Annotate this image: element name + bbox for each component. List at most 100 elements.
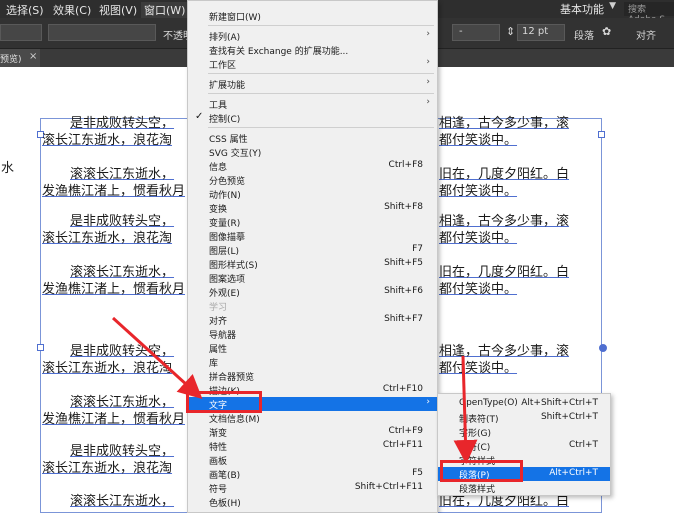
menu-item[interactable]: ✓ 控制(C) — [188, 111, 437, 125]
menu-item[interactable]: 工作区 › — [188, 57, 437, 71]
menu-item[interactable]: 图层(L) F7 — [188, 243, 437, 257]
text-line-left: 是非成败转头空， — [70, 444, 175, 459]
frame-handle[interactable] — [599, 344, 607, 352]
menu-view[interactable]: 视图(V) — [99, 2, 137, 18]
menu-item-label: SVG 交互(Y) — [209, 149, 262, 159]
font-style-dropdown[interactable]: - — [452, 24, 500, 41]
menu-item[interactable]: 分色预览 — [188, 173, 437, 187]
text-line-right: 相逢，古今多少事，滚 — [439, 344, 570, 359]
menu-separator — [208, 73, 434, 74]
menu-item-label: 变量(R) — [209, 219, 241, 229]
menu-item[interactable]: 动作(N) — [188, 187, 437, 201]
menu-item[interactable]: 导航器 — [188, 327, 437, 341]
menu-item-label: 属性 — [209, 345, 228, 355]
menu-item-label: 图层(L) — [209, 247, 240, 257]
text-line-left: 发渔樵江渚上，惯看秋月 — [42, 184, 186, 199]
menu-item[interactable]: 对齐 Shift+F7 — [188, 313, 437, 327]
menu-item[interactable]: 色板(H) — [188, 495, 437, 509]
submenu-arrow-icon: › — [426, 397, 430, 407]
submenu-item[interactable]: 制表符(T) Shift+Ctrl+T — [438, 411, 610, 425]
menu-item[interactable]: 外观(E) Shift+F6 — [188, 285, 437, 299]
font-size-stepper-icon[interactable]: ⇕ — [506, 25, 515, 38]
menu-item[interactable]: 信息 Ctrl+F8 — [188, 159, 437, 173]
text-line-left: 是非成败转头空， — [70, 116, 175, 131]
menu-item[interactable]: SVG 交互(Y) — [188, 145, 437, 159]
menu-item-label: 工具 — [209, 101, 228, 111]
workspace-switcher[interactable]: 基本功能 — [560, 1, 604, 17]
menu-item-label: 动作(N) — [209, 191, 241, 201]
menu-separator — [208, 93, 434, 94]
window-menu: 新建窗口(W) 排列(A) › 查找有关 Exchange 的扩展功能... 工作区 › 扩… — [187, 0, 438, 513]
menu-select[interactable]: 选择(S) — [6, 2, 44, 18]
submenu-arrow-icon: › — [426, 29, 430, 39]
submenu-item-label: OpenType(O) — [459, 398, 518, 408]
text-line-right: 旧在，几度夕阳红。白 — [439, 167, 570, 182]
menu-item[interactable]: 画笔(B) F5 — [188, 467, 437, 481]
paragraph-link[interactable]: 段落 — [574, 27, 594, 42]
menu-item[interactable]: 属性 — [188, 341, 437, 355]
text-line-right: 都付笑谈中。 — [439, 361, 518, 376]
text-line-right: 都付笑谈中。 — [439, 184, 518, 199]
close-icon[interactable]: × — [29, 51, 37, 62]
menu-item-shortcut: Shift+F8 — [384, 202, 423, 212]
menu-item[interactable]: 图案选项 — [188, 271, 437, 285]
menu-item[interactable]: 变换 Shift+F8 — [188, 201, 437, 215]
menu-effect[interactable]: 效果(C) — [53, 2, 91, 18]
menu-item[interactable]: 符号 Shift+Ctrl+F11 — [188, 481, 437, 495]
menu-item[interactable]: 图形样式(S) Shift+F5 — [188, 257, 437, 271]
menu-item[interactable]: 库 — [188, 355, 437, 369]
menu-item-shortcut: F5 — [412, 468, 423, 478]
text-line-left: 滚滚长江东逝水， — [70, 167, 175, 182]
submenu-arrow-icon: › — [426, 77, 430, 87]
menu-item-label: 渐变 — [209, 429, 228, 439]
menu-window[interactable]: 窗口(W) — [141, 2, 189, 18]
font-size-field[interactable]: 12 pt — [517, 24, 565, 41]
recolor-icon[interactable]: ✿ — [602, 25, 611, 38]
menu-item[interactable]: 排列(A) › — [188, 29, 437, 43]
chevron-down-icon[interactable]: ▼ — [609, 1, 616, 11]
submenu-item-label: 段落样式 — [459, 485, 496, 495]
submenu-item[interactable]: 字形(G) — [438, 425, 610, 439]
frame-handle[interactable] — [37, 344, 44, 351]
menu-item[interactable]: 查找有关 Exchange 的扩展功能... — [188, 43, 437, 57]
text-line-right: 相逢，古今多少事，滚 — [439, 214, 570, 229]
menu-item-label: CSS 属性 — [209, 135, 248, 145]
menu-item-shortcut: Ctrl+F10 — [382, 384, 423, 394]
menu-item-label: 排列(A) — [209, 33, 241, 43]
menu-item-label: 扩展功能 — [209, 81, 246, 91]
menu-item[interactable]: 扩展功能 › — [188, 77, 437, 91]
menu-item[interactable]: 变量(R) — [188, 215, 437, 229]
menu-item[interactable]: CSS 属性 — [188, 131, 437, 145]
menu-item[interactable]: 图像描摹 — [188, 229, 437, 243]
text-line-left: 滚长江东逝水，浪花淘 — [42, 133, 173, 148]
menu-item[interactable]: 工具 › — [188, 97, 437, 111]
submenu-item-shortcut: Ctrl+T — [568, 440, 598, 450]
frame-handle[interactable] — [598, 131, 605, 138]
font-size-value: 12 pt — [522, 26, 549, 37]
submenu-item[interactable]: 字符(C) Ctrl+T — [438, 439, 610, 453]
menu-item-label: 文档信息(M) — [209, 415, 260, 425]
search-input[interactable]: 搜索 Adobe S — [624, 2, 674, 25]
menu-item[interactable]: 特性 Ctrl+F11 — [188, 439, 437, 453]
text-line-right: 都付笑谈中。 — [439, 133, 518, 148]
menu-item[interactable]: 渐变 Ctrl+F9 — [188, 425, 437, 439]
menu-item[interactable]: 拼合器预览 — [188, 369, 437, 383]
menu-item[interactable]: 画板 — [188, 453, 437, 467]
text-line-left: 滚长江东逝水，浪花淘 — [42, 461, 173, 476]
menu-item-label: 图形样式(S) — [209, 261, 258, 271]
menu-item[interactable]: 文档信息(M) — [188, 411, 437, 425]
check-icon: ✓ — [195, 111, 204, 122]
menu-item-label: 变换 — [209, 205, 228, 215]
style-dropdown[interactable] — [0, 24, 42, 41]
stroke-dropdown[interactable] — [48, 24, 156, 41]
menu-item[interactable]: 新建窗口(W) — [188, 9, 437, 23]
submenu-item[interactable]: OpenType(O) Alt+Shift+Ctrl+T — [438, 397, 610, 411]
submenu-item[interactable]: 段落样式 — [438, 481, 610, 495]
document-tab[interactable]: 预览) × — [0, 49, 40, 67]
menu-item-shortcut: Ctrl+F11 — [382, 440, 423, 450]
font-style-value: - — [459, 26, 463, 37]
align-link[interactable]: 对齐 — [636, 27, 656, 42]
tab-title: 预览) — [0, 55, 22, 65]
menu-item-shortcut: Shift+Ctrl+F11 — [354, 482, 423, 492]
text-line-left: 滚长江东逝水，浪花淘 — [42, 361, 173, 376]
